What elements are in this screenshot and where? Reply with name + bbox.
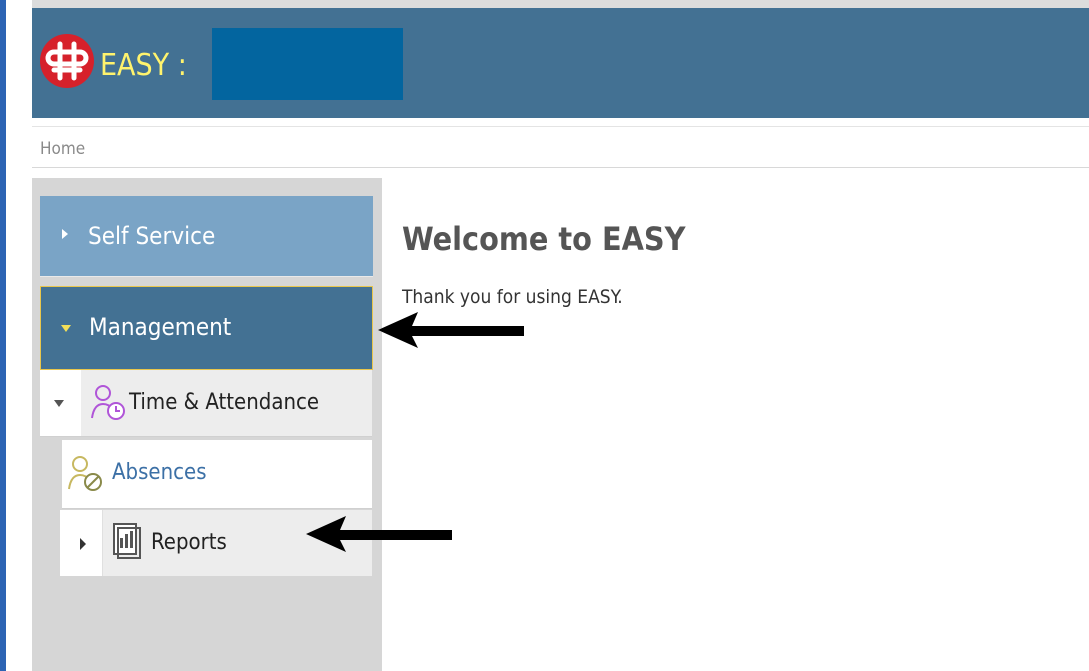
sidebar-section-self-service[interactable]: Self Service [40, 196, 373, 277]
time-attendance-label: Time & Attendance [129, 390, 320, 415]
breadcrumb-home[interactable]: Home [40, 139, 85, 159]
absences-label: Absences [112, 460, 207, 485]
self-service-label: Self Service [88, 222, 216, 250]
page-title: Welcome to EASY [402, 220, 686, 258]
easy-logo-icon [40, 34, 94, 88]
annotation-arrow-reports [306, 516, 452, 552]
management-label: Management [89, 313, 232, 341]
chevron-right-icon [62, 229, 68, 239]
collapsed-triangle-icon [80, 538, 86, 550]
time-attendance-icon [91, 385, 125, 420]
expanded-triangle-icon [54, 400, 64, 407]
tree-item-time-attendance[interactable]: Time & Attendance [40, 370, 372, 437]
chevron-down-icon [61, 325, 71, 332]
breadcrumb-bar: Home [32, 126, 1089, 168]
redacted-block [212, 28, 403, 100]
reports-expander[interactable] [60, 510, 103, 576]
app-header: EASY : [32, 8, 1089, 118]
tree-item-absences[interactable]: Absences [62, 440, 372, 509]
reports-label: Reports [151, 530, 227, 555]
absences-icon [68, 456, 102, 491]
time-attendance-expander[interactable] [40, 370, 80, 436]
sidebar: Self Service Management Time & Attendanc… [32, 178, 382, 671]
main-content: Welcome to EASY Thank you for using EASY… [386, 178, 1089, 671]
sidebar-section-management[interactable]: Management [40, 286, 373, 370]
reports-icon [113, 523, 141, 559]
welcome-message: Thank you for using EASY. [402, 286, 623, 308]
top-rule [32, 0, 1089, 8]
time-attendance-body[interactable]: Time & Attendance [81, 370, 372, 436]
annotation-arrow-management [378, 312, 524, 348]
app-title: EASY : [100, 48, 187, 83]
window-margin [6, 0, 32, 671]
